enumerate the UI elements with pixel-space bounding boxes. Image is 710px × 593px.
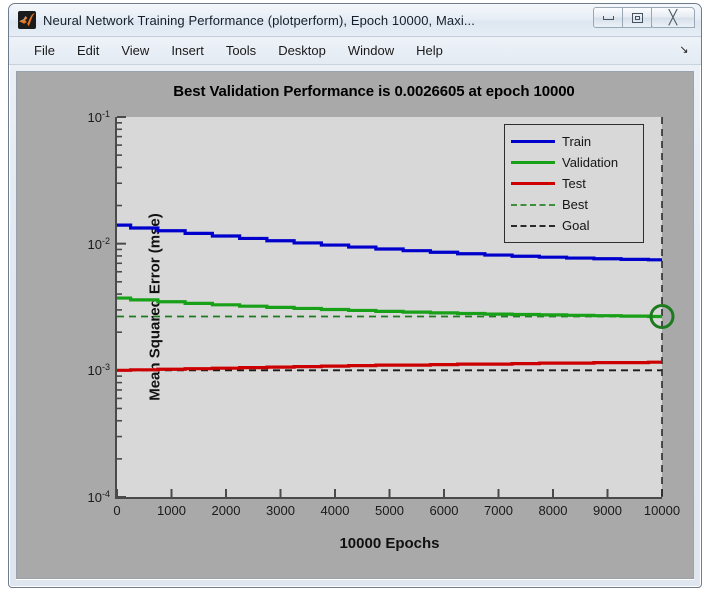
legend-item-test[interactable]: Test — [511, 173, 639, 194]
legend-item-validation[interactable]: Validation — [511, 152, 639, 173]
x-tick-label: 7000 — [484, 503, 513, 518]
legend-swatch-train — [511, 140, 555, 143]
legend-swatch-best — [511, 203, 555, 206]
y-tick-label: 10-2 — [87, 235, 110, 252]
matlab-icon — [18, 11, 36, 29]
menu-item-help[interactable]: Help — [405, 40, 454, 61]
y-tick-label: 10-3 — [87, 362, 110, 379]
legend-label: Validation — [562, 155, 619, 170]
close-button[interactable]: ╳ — [651, 7, 695, 28]
minimize-icon — [602, 15, 614, 20]
figure-canvas[interactable]: Best Validation Performance is 0.0026605… — [16, 71, 694, 579]
menu-item-insert[interactable]: Insert — [160, 40, 215, 61]
x-tick-label: 3000 — [266, 503, 295, 518]
chart-title: Best Validation Performance is 0.0026605… — [173, 83, 575, 100]
series-line-test — [117, 360, 662, 372]
menu-item-view[interactable]: View — [110, 40, 160, 61]
maximize-icon — [631, 12, 643, 23]
y-tick-label: 10-4 — [87, 488, 110, 506]
legend-label: Goal — [562, 218, 590, 233]
x-tick-label: 2000 — [211, 503, 241, 518]
x-tick-label: 9000 — [593, 503, 622, 518]
x-tick-label: 4000 — [320, 503, 350, 518]
menu-item-desktop[interactable]: Desktop — [267, 40, 337, 61]
legend-item-train[interactable]: Train — [511, 131, 639, 152]
y-tick-label: 10-1 — [87, 108, 110, 126]
plot-area[interactable]: Mean Squared Error (mse) 10000 Epochs 10… — [88, 109, 681, 552]
x-axis-label: 10000 Epochs — [339, 535, 440, 552]
menu-bar: File Edit View Insert Tools Desktop Wind… — [9, 37, 701, 65]
x-tick-label: 8000 — [538, 503, 568, 518]
legend-swatch-validation — [511, 161, 555, 164]
maximize-button[interactable] — [622, 7, 652, 28]
legend-label: Test — [562, 176, 586, 191]
legend-swatch-test — [511, 182, 555, 185]
menu-item-window[interactable]: Window — [337, 40, 405, 61]
chart-legend: Train Validation Test Best Goal — [504, 124, 644, 243]
series-line-validation — [117, 296, 662, 319]
x-tick-label: 6000 — [429, 503, 459, 518]
toolbar-expand-icon[interactable]: ↘ — [677, 43, 691, 57]
legend-swatch-goal — [511, 224, 555, 227]
minimize-button[interactable] — [593, 7, 623, 28]
menu-item-file[interactable]: File — [23, 40, 66, 61]
legend-item-best[interactable]: Best — [511, 194, 639, 215]
title-bar: Neural Network Training Performance (plo… — [9, 4, 701, 37]
menu-item-edit[interactable]: Edit — [66, 40, 110, 61]
legend-label: Train — [562, 134, 592, 149]
legend-item-goal[interactable]: Goal — [511, 215, 639, 236]
x-tick-label: 1000 — [157, 503, 186, 518]
menu-item-tools[interactable]: Tools — [215, 40, 267, 61]
close-icon: ╳ — [668, 9, 678, 26]
x-tick-label: 5000 — [375, 503, 404, 518]
x-tick-label: 0 — [113, 503, 121, 518]
window-controls: ╳ — [593, 7, 695, 28]
legend-label: Best — [562, 197, 589, 212]
x-tick-label: 10000 — [643, 503, 681, 518]
figure-window: Neural Network Training Performance (plo… — [8, 3, 702, 588]
